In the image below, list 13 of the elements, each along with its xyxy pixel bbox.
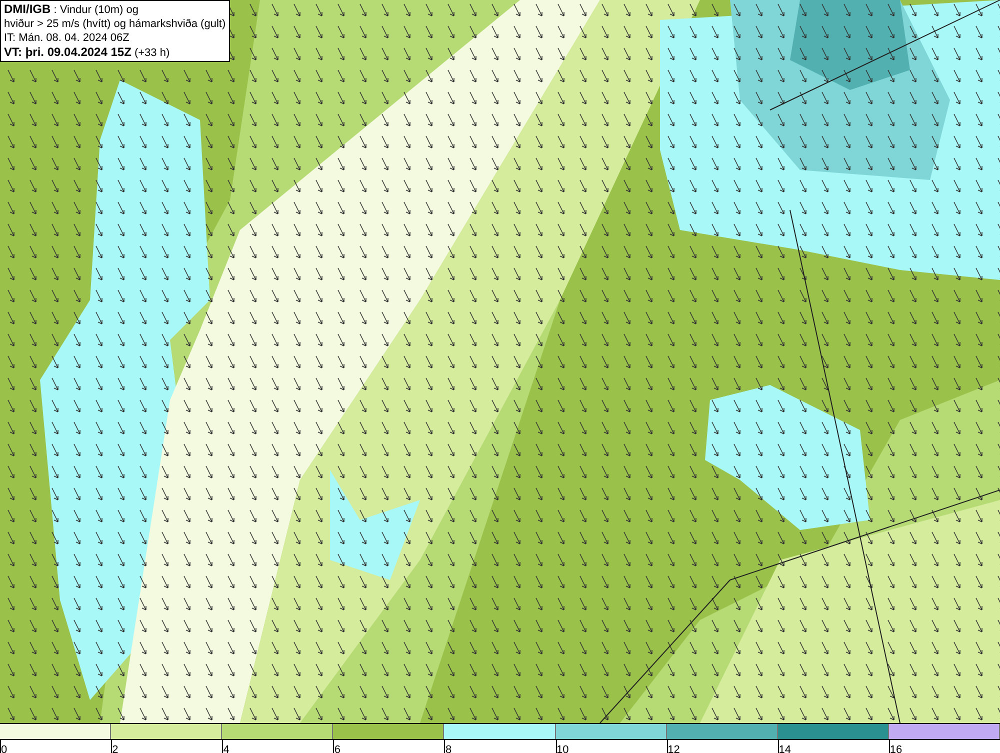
info-text: IT: Mán. 08. 04. 2024 06Z bbox=[4, 31, 130, 45]
info-text: VT: þri. 09.04.2024 15Z (+33 h) bbox=[4, 45, 171, 60]
legend-tick-label: 2 bbox=[112, 744, 118, 753]
legend-tick-label: 6 bbox=[334, 744, 340, 753]
legend-tick-label: 0 bbox=[1, 744, 8, 753]
legend-tick-label: 10 bbox=[556, 744, 569, 753]
legend-tick-label: 14 bbox=[778, 744, 792, 753]
legend-tick-label: 8 bbox=[445, 744, 452, 753]
legend-tick-label: 4 bbox=[223, 744, 230, 753]
legend-tick-label: 12 bbox=[668, 744, 680, 753]
legend-tick-label: 16 bbox=[890, 744, 902, 753]
info-text: DMI/IGB : Vindur (10m) og bbox=[4, 2, 140, 17]
info-text: hviður > 25 m/s (hvítt) og hámarkshviða (gult) bbox=[4, 17, 226, 31]
